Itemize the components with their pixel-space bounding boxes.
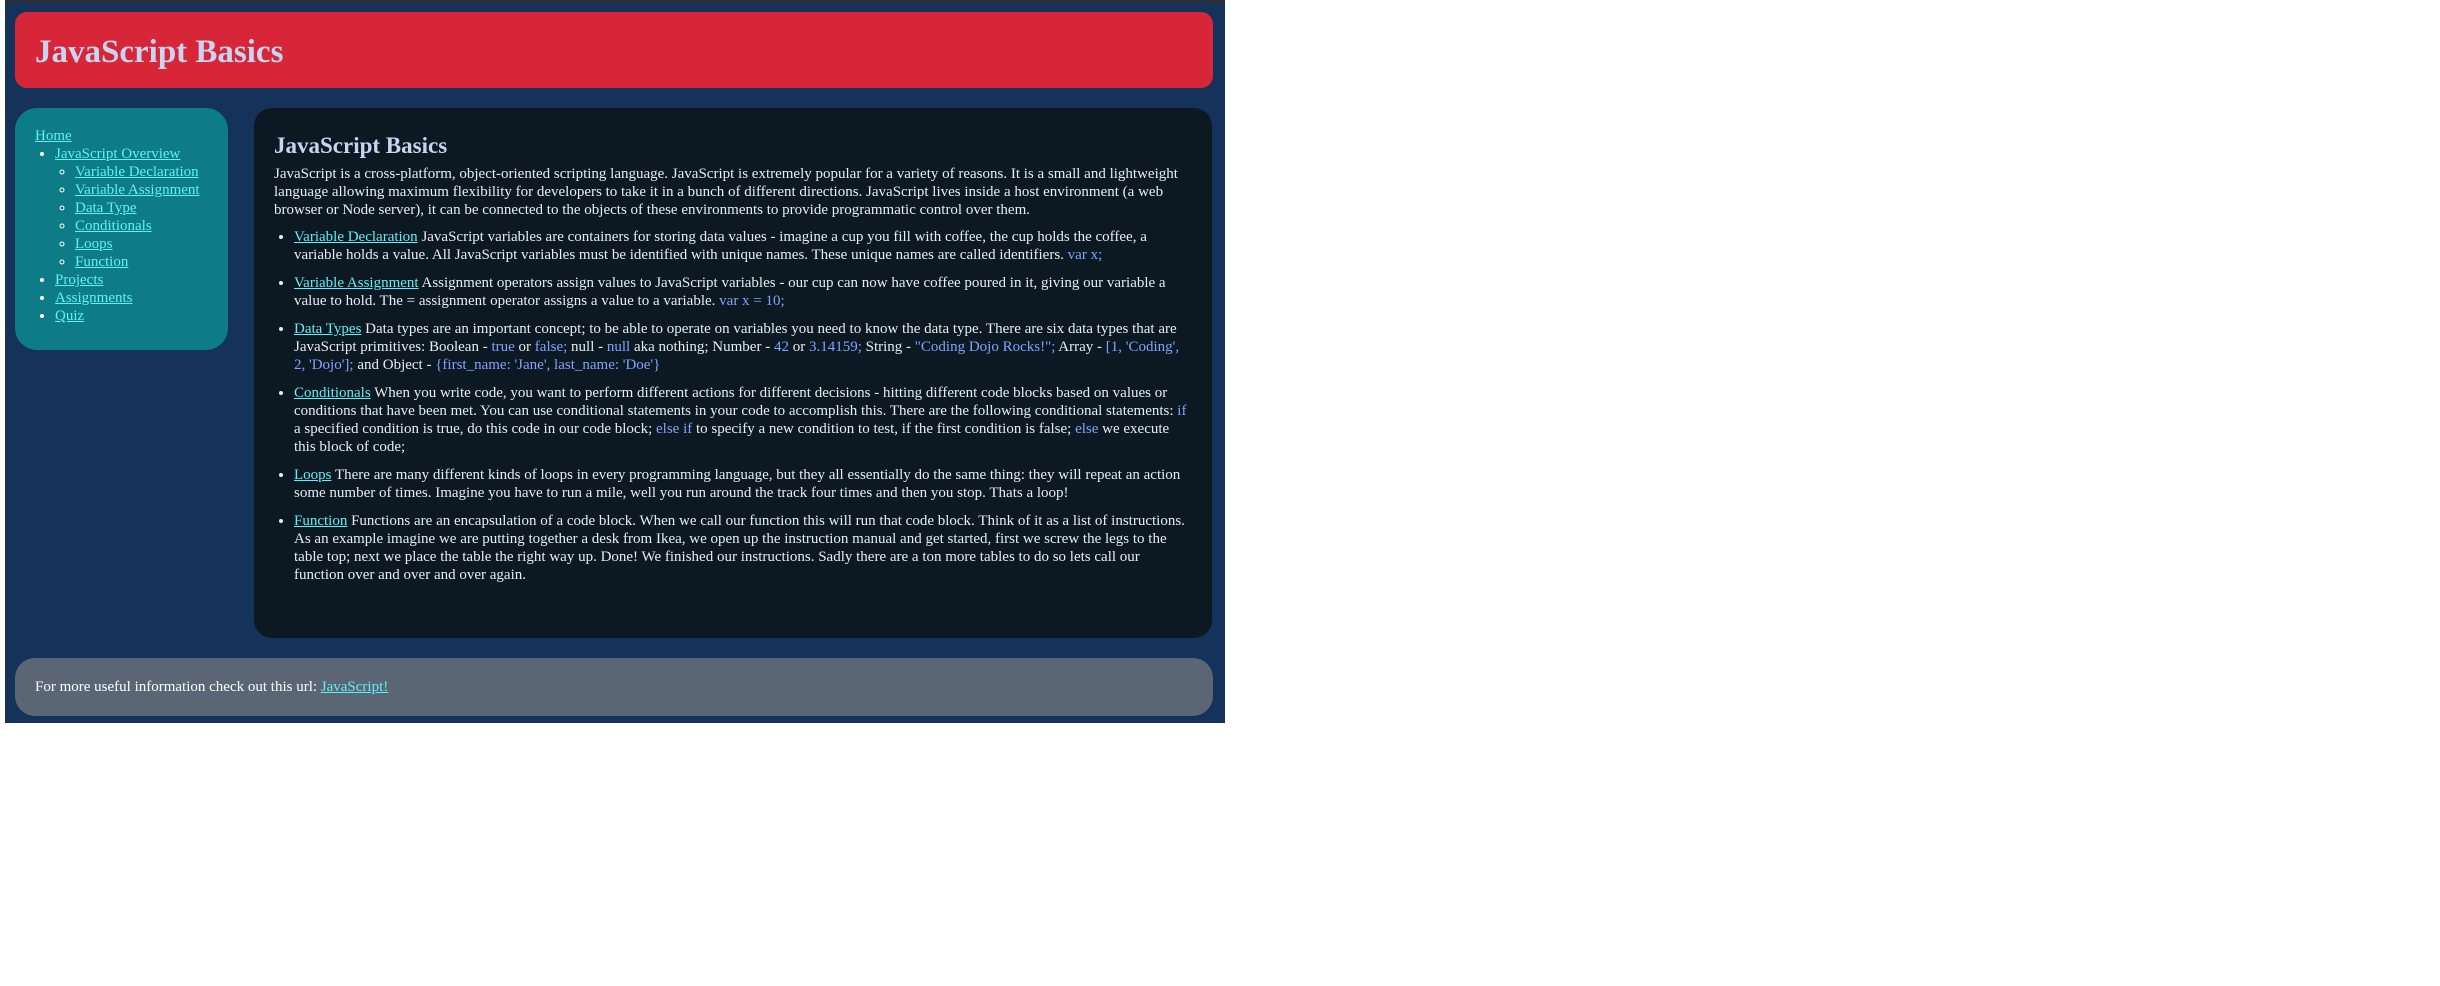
nav-link-home[interactable]: Home — [35, 128, 72, 144]
main-content: JavaScript Basics JavaScript is a cross-… — [254, 108, 1212, 638]
nav-item-overview: JavaScript Overview Variable Declaration… — [55, 145, 228, 271]
intro-paragraph: JavaScript is a cross-platform, object-o… — [274, 166, 1178, 218]
nav-item-projects: Projects — [55, 271, 228, 289]
nav-link-data-type[interactable]: Data Type — [75, 200, 137, 216]
nav-link-variable-declaration[interactable]: Variable Declaration — [75, 164, 199, 180]
topic-text: a specified condition is true, do this c… — [294, 421, 656, 437]
nav-link-loops[interactable]: Loops — [75, 236, 113, 252]
topic-link-function[interactable]: Function — [294, 513, 347, 529]
topic-link-loops[interactable]: Loops — [294, 467, 332, 483]
topic-function: Function Functions are an encapsulation … — [294, 512, 1192, 584]
sidebar-nav: Home JavaScript Overview Variable Declar… — [15, 108, 228, 350]
page: JavaScript Basics Home JavaScript Overvi… — [5, 0, 1225, 723]
code-snippet: true — [491, 339, 515, 355]
nav-subitem: Conditionals — [75, 217, 228, 235]
code-snippet: null — [606, 339, 631, 355]
topic-text: and Object - — [353, 357, 436, 373]
nav-item-home: Home — [35, 127, 228, 145]
code-snippet: false; — [534, 339, 568, 355]
nav-subitem: Variable Assignment — [75, 181, 228, 199]
topic-loops: Loops There are many different kinds of … — [294, 466, 1192, 502]
code-snippet: else if — [656, 421, 693, 437]
footer: For more useful information check out th… — [15, 658, 1213, 716]
topic-variable-assignment: Variable Assignment Assignment operators… — [294, 274, 1192, 310]
nav-link-conditionals[interactable]: Conditionals — [75, 218, 152, 234]
topic-text: null - — [567, 339, 607, 355]
code-snippet: "Coding Dojo Rocks!"; — [914, 339, 1056, 355]
nav-link-variable-assignment[interactable]: Variable Assignment — [75, 182, 200, 198]
nav-link-function[interactable]: Function — [75, 254, 128, 270]
topic-text: There are many different kinds of loops … — [294, 467, 1181, 501]
topic-text: String - — [861, 339, 915, 355]
code-snippet: if — [1177, 403, 1187, 419]
nav-item-quiz: Quiz — [55, 307, 228, 325]
nav-subitem: Loops — [75, 235, 228, 253]
topic-text: aka nothing; Number - — [630, 339, 774, 355]
topic-conditionals: Conditionals When you write code, you wa… — [294, 384, 1192, 456]
topic-link-variable-assignment[interactable]: Variable Assignment — [294, 275, 419, 291]
code-snippet: 42 — [773, 339, 789, 355]
topic-variable-declaration: Variable Declaration JavaScript variable… — [294, 228, 1192, 264]
topic-list: Variable Declaration JavaScript variable… — [274, 228, 1192, 584]
nav-link-quiz[interactable]: Quiz — [55, 308, 84, 324]
code-snippet: 3.14159; — [808, 339, 862, 355]
topic-data-types: Data Types Data types are an important c… — [294, 320, 1192, 374]
nav-link-overview[interactable]: JavaScript Overview — [55, 146, 180, 162]
content-title: JavaScript Basics — [274, 133, 448, 158]
nav-subitem: Function — [75, 253, 228, 271]
nav-link-assignments[interactable]: Assignments — [55, 290, 133, 306]
nav-item-assignments: Assignments — [55, 289, 228, 307]
topic-text: or — [514, 339, 535, 355]
header-banner: JavaScript Basics — [15, 12, 1213, 88]
nav-link-projects[interactable]: Projects — [55, 272, 103, 288]
topic-text: JavaScript variables are containers for … — [294, 229, 1147, 263]
footer-link[interactable]: JavaScript! — [321, 679, 388, 695]
nav-subitem: Variable Declaration — [75, 163, 228, 181]
topic-text: Array - — [1055, 339, 1106, 355]
topic-link-variable-declaration[interactable]: Variable Declaration — [294, 229, 418, 245]
code-snippet: var x; — [1067, 247, 1103, 263]
topic-text: to specify a new condition to test, if t… — [692, 421, 1076, 437]
topic-link-data-types[interactable]: Data Types — [294, 321, 361, 337]
nav-subitem: Data Type — [75, 199, 228, 217]
site-title: JavaScript Basics — [35, 34, 284, 70]
topic-link-conditionals[interactable]: Conditionals — [294, 385, 371, 401]
code-snippet: var x = 10; — [719, 293, 785, 309]
code-snippet: else — [1075, 421, 1099, 437]
code-snippet: {first_name: 'Jane', last_name: 'Doe'} — [435, 357, 661, 373]
footer-text: For more useful information check out th… — [35, 679, 321, 695]
topic-text: or — [788, 339, 809, 355]
topic-text: Functions are an encapsulation of a code… — [294, 513, 1185, 583]
topic-text: When you write code, you want to perform… — [294, 385, 1178, 419]
